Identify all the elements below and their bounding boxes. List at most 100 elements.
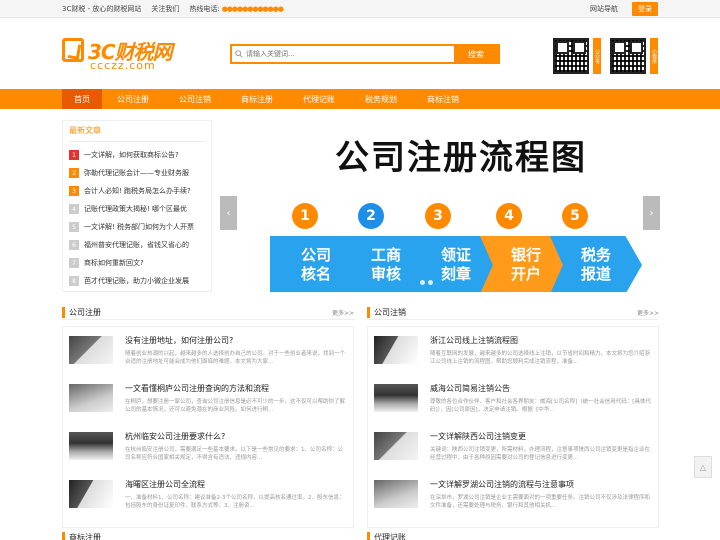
article-title[interactable]: 威海公司简易注销公告 [430,383,652,394]
article-item[interactable]: 一文详解罗湖公司注销的流程与注意事项 在深圳市，罗湖公司注销是企业主需要面对的一… [374,475,652,522]
list-item[interactable]: 6 福州普安代理记账，省钱又省心的 [69,236,205,254]
step-label: 税务报道 [580,245,611,284]
rank-badge: 8 [69,276,79,286]
nav-item-bookkeeping[interactable]: 代理记账 [288,89,350,109]
rank-badge: 7 [69,258,79,268]
article-excerpt: 在桐庐，想要注册一家公司，查询公司注册信息是必不可少的一步。这不仅可以帮助你了解… [125,399,346,414]
more-link[interactable]: 更多>> [637,308,659,317]
article-thumbnail[interactable] [69,480,113,508]
hotline-label: 热线电话: [189,4,220,13]
section-title: 公司注册 [62,307,101,318]
bookkeeping-section-title: 代理记账 [367,532,406,540]
article-excerpt: 在杭州临安注册公司，需要满足一些基本要求。以下是一些常见的要求：1、公司名称：公… [125,447,344,462]
trademark-section-title: 商标注册 [62,532,101,540]
article-thumbnail[interactable] [69,432,113,460]
wechat-qr-code [553,38,589,74]
article-item[interactable]: 海曙区注册公司全流程 一、准备材料1、公司名称：建议准备2-3个公司名称，以提高… [69,475,347,522]
list-item-text: 芭才代理记账，助力小微企业发展 [84,277,189,285]
step-label: 工商审核 [370,245,401,284]
logo-mark-icon [62,37,84,62]
slider-dot[interactable] [420,280,425,285]
slider-prev-button[interactable]: ‹ [220,196,237,230]
rank-badge: 6 [69,240,79,250]
login-button[interactable]: 登录 [632,1,658,16]
step-number: 3 [425,203,451,229]
nav-item-trademark-register[interactable]: 商标注册 [226,89,288,109]
qr-tag-miniprogram: 小程序 [650,38,658,74]
step-number: 2 [358,203,384,229]
page: 3C财税 - 放心的财税网站 关注我们 热线电话: ●●●●●●●●●●●● 网… [0,0,720,540]
list-item-text: 弥勒代理记账会计——专业财务服 [84,169,189,177]
search-input[interactable] [246,46,454,62]
list-item-text: 记账代理政策大揭秘! 哪个区最优 [84,205,188,213]
latest-articles-title: 最新文章 [69,125,205,142]
article-thumbnail[interactable] [69,336,113,364]
nav-item-trademark-cancel[interactable]: 商标注销 [412,89,474,109]
list-item[interactable]: 2 弥勒代理记账会计——专业财务服 [69,164,205,182]
article-title[interactable]: 浙江公司线上注销流程图 [430,335,652,346]
article-thumbnail[interactable] [374,384,418,412]
list-item[interactable]: 7 商标如何重新回文? [69,254,205,272]
list-item[interactable]: 8 芭才代理记账，助力小微企业发展 [69,272,205,290]
search-box: 搜索 [230,44,500,64]
site-nav-link[interactable]: 网站导航 [590,4,618,14]
nav-item-company-cancel[interactable]: 公司注销 [164,89,226,109]
follow-us-link[interactable]: 关注我们 [151,4,179,14]
article-thumbnail[interactable] [374,432,418,460]
qr-tag-official: 公众号 [593,38,601,74]
banner-slider[interactable]: 公司注册流程图 1 2 3 4 5 公司核名 工商审核 领证刻章 银行开户 税务… [220,120,660,292]
list-item[interactable]: 5 一文详解! 税务部门如何为个人开票 [69,218,205,236]
article-title[interactable]: 一文看懂桐庐公司注册查询的方法和流程 [125,383,347,394]
list-item[interactable]: 3 会计人必知! 跑税务局怎么办手续? [69,182,205,200]
article-item[interactable]: 威海公司简易注销公告 尊敬的各位合作伙伴、客户和社会各界朋友：威海[公司名称]（… [374,379,652,426]
article-excerpt: 随着创业热潮的兴起，越来越多的人选择创办自己的公司。对于一些创业者来说，找到一个… [125,351,346,366]
list-item[interactable]: 1 一文详解，如何获取商标公告? [69,146,205,164]
article-title[interactable]: 一文详解罗湖公司注销的流程与注意事项 [430,479,652,490]
article-list: 没有注册地址，如何注册公司? 随着创业热潮的兴起，越来越多的人选择创办自己的公司… [62,326,354,528]
site-slogan: 3C财税 - 放心的财税网站 [62,4,142,13]
logo[interactable]: 3C财税网 ccczz.com [62,36,182,72]
step-label: 公司核名 [300,245,331,284]
article-excerpt: 尊敬的各位合作伙伴、客户和社会各界朋友：威海[公司名称]（统一社会信用代码：[具… [430,399,651,414]
article-title[interactable]: 一文详解陕西公司注销变更 [430,431,652,442]
more-link[interactable]: 更多>> [332,308,354,317]
nav-item-company-register[interactable]: 公司注册 [102,89,164,109]
article-title[interactable]: 海曙区注册公司全流程 [125,479,347,490]
article-thumbnail[interactable] [69,384,113,412]
step-label: 银行开户 [510,245,541,284]
article-item[interactable]: 杭州临安公司注册要求什么? 在杭州临安注册公司，需要满足一些基本要求。以下是一些… [69,427,347,474]
article-excerpt: 关键词：陕西公司注销变更，所需材料，办理流程，注意事项陕西公司注销变更是指企业在… [430,447,651,462]
slider-dot[interactable] [428,280,433,285]
company-register-section: 公司注册 更多>> 没有注册地址，如何注册公司? 随着创业热潮的兴起，越来越多的… [62,306,354,528]
article-thumbnail[interactable] [374,480,418,508]
list-item-text: 一文详解! 税务部门如何为个人开票 [84,223,195,231]
list-item[interactable]: 4 记账代理政策大揭秘! 哪个区最优 [69,200,205,218]
main-nav: 首页 公司注册 公司注销 商标注册 代理记账 税务规划 商标注销 [0,89,720,109]
article-title[interactable]: 没有注册地址，如何注册公司? [125,335,347,346]
article-list: 浙江公司线上注销流程图 随着互联网的发展，越来越多的公司选择线上注销，以节省时间… [367,326,659,528]
article-item[interactable]: 没有注册地址，如何注册公司? 随着创业热潮的兴起，越来越多的人选择创办自己的公司… [69,331,347,378]
hotline-value: ●●●●●●●●●●●● [221,4,284,13]
rank-badge: 5 [69,222,79,232]
article-excerpt: 在深圳市，罗湖公司注销是企业主需要面对的一项重要任务。注销公司不仅涉及法律程序和… [430,495,651,510]
top-bar: 3C财税 - 放心的财税网站 关注我们 热线电话: ●●●●●●●●●●●● 网… [0,0,720,18]
nav-item-tax-planning[interactable]: 税务规划 [350,89,412,109]
slider-next-button[interactable]: › [643,196,660,230]
nav-item-home[interactable]: 首页 [62,89,102,109]
rank-badge: 3 [69,186,79,196]
back-to-top-button[interactable]: △ [694,456,712,478]
article-item[interactable]: 一文详解陕西公司注销变更 关键词：陕西公司注销变更，所需材料，办理流程，注意事项… [374,427,652,474]
article-excerpt: 一、准备材料1、公司名称：建议准备2-3个公司名称，以提高核名通过率。2、股东信… [125,495,345,510]
list-item-text: 会计人必知! 跑税务局怎么办手续? [84,187,191,195]
slider-dots [420,280,433,285]
search-button[interactable]: 搜索 [454,46,498,62]
latest-articles-panel: 最新文章 1 一文详解，如何获取商标公告? 2 弥勒代理记账会计——专业财务服 3会… [62,120,212,292]
list-item-text: 商标如何重新回文? [84,259,144,267]
article-thumbnail[interactable] [374,336,418,364]
article-item[interactable]: 一文看懂桐庐公司注册查询的方法和流程 在桐庐，想要注册一家公司，查询公司注册信息… [69,379,347,426]
article-title[interactable]: 杭州临安公司注册要求什么? [125,431,347,442]
rank-badge: 1 [69,150,79,160]
search-icon [232,46,246,62]
article-excerpt: 随着互联网的发展，越来越多的公司选择线上注销，以节省时间和精力。本文将为您介绍浙… [430,351,651,366]
article-item[interactable]: 浙江公司线上注销流程图 随着互联网的发展，越来越多的公司选择线上注销，以节省时间… [374,331,652,378]
